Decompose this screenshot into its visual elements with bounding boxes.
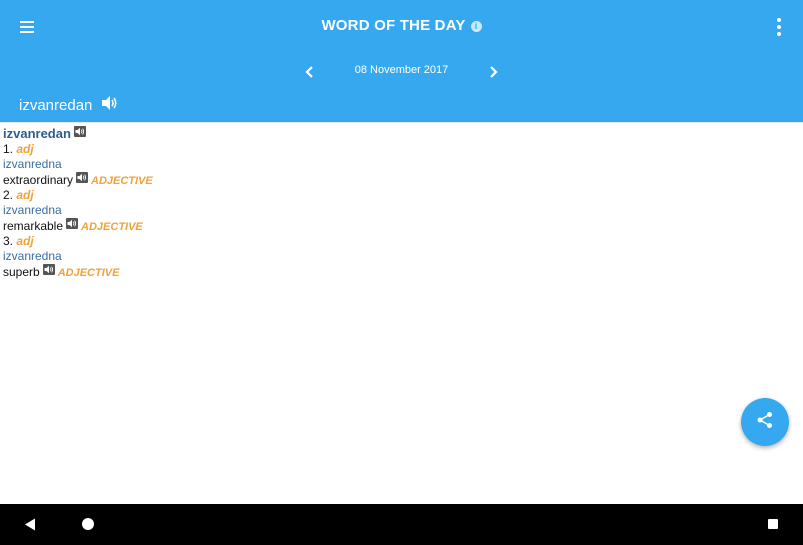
chevron-right-icon[interactable] — [483, 62, 503, 82]
definition-content: izvanredan 1. adj izvanredna extraordina… — [3, 126, 783, 280]
title-row: WORD OF THE DAY i — [0, 17, 803, 34]
pos-long: ADJECTIVE — [57, 267, 120, 279]
entry-headword-line: izvanredan — [3, 126, 783, 142]
translation: extraordinary — [3, 173, 74, 187]
translation: superb — [3, 265, 40, 279]
pos-short: adj — [16, 188, 34, 202]
sense-header: 3. adj — [3, 234, 783, 249]
sense-number: 2. — [3, 188, 14, 202]
translation: remarkable — [3, 219, 64, 233]
back-triangle-icon[interactable] — [24, 518, 36, 536]
sense-number: 3. — [3, 234, 14, 248]
more-vert-icon[interactable] — [769, 16, 789, 38]
word-form: izvanredna — [3, 157, 62, 171]
share-icon — [756, 411, 774, 434]
translation-line: superb ADJECTIVE — [3, 264, 783, 280]
system-nav-bar — [0, 504, 803, 545]
speaker-icon[interactable] — [66, 218, 79, 229]
speaker-icon[interactable] — [101, 95, 119, 116]
translation-line: remarkable ADJECTIVE — [3, 218, 783, 234]
sense-form: izvanredna — [3, 157, 783, 172]
app-bar: WORD OF THE DAY i 08 November 2017 izvanr… — [0, 0, 803, 122]
sense-form: izvanredna — [3, 203, 783, 218]
info-icon[interactable]: i — [470, 21, 482, 32]
date-navigator: 08 November 2017 — [0, 60, 803, 84]
speaker-icon[interactable] — [73, 126, 86, 137]
sense-header: 2. adj — [3, 188, 783, 203]
entry-word: izvanredan — [3, 126, 71, 141]
sense-number: 1. — [3, 142, 14, 156]
recents-square-icon[interactable] — [768, 519, 778, 529]
date-label: 08 November 2017 — [354, 64, 449, 76]
home-circle-icon[interactable] — [82, 518, 94, 530]
pos-short: adj — [16, 142, 34, 156]
divider — [0, 122, 803, 123]
pos-short: adj — [16, 234, 34, 248]
sense-header: 1. adj — [3, 142, 783, 157]
sense-form: izvanredna — [3, 249, 783, 264]
page-title: WORD OF THE DAY — [321, 17, 466, 34]
word-title: izvanredan — [19, 96, 93, 114]
translation-line: extraordinary ADJECTIVE — [3, 172, 783, 188]
word-form: izvanredna — [3, 203, 62, 217]
pos-long: ADJECTIVE — [81, 221, 143, 233]
speaker-icon[interactable] — [76, 172, 89, 183]
speaker-icon[interactable] — [42, 264, 55, 275]
word-header: izvanredan — [19, 95, 119, 115]
share-button[interactable] — [741, 398, 789, 446]
word-form: izvanredna — [3, 249, 62, 263]
pos-long: ADJECTIVE — [91, 175, 153, 187]
